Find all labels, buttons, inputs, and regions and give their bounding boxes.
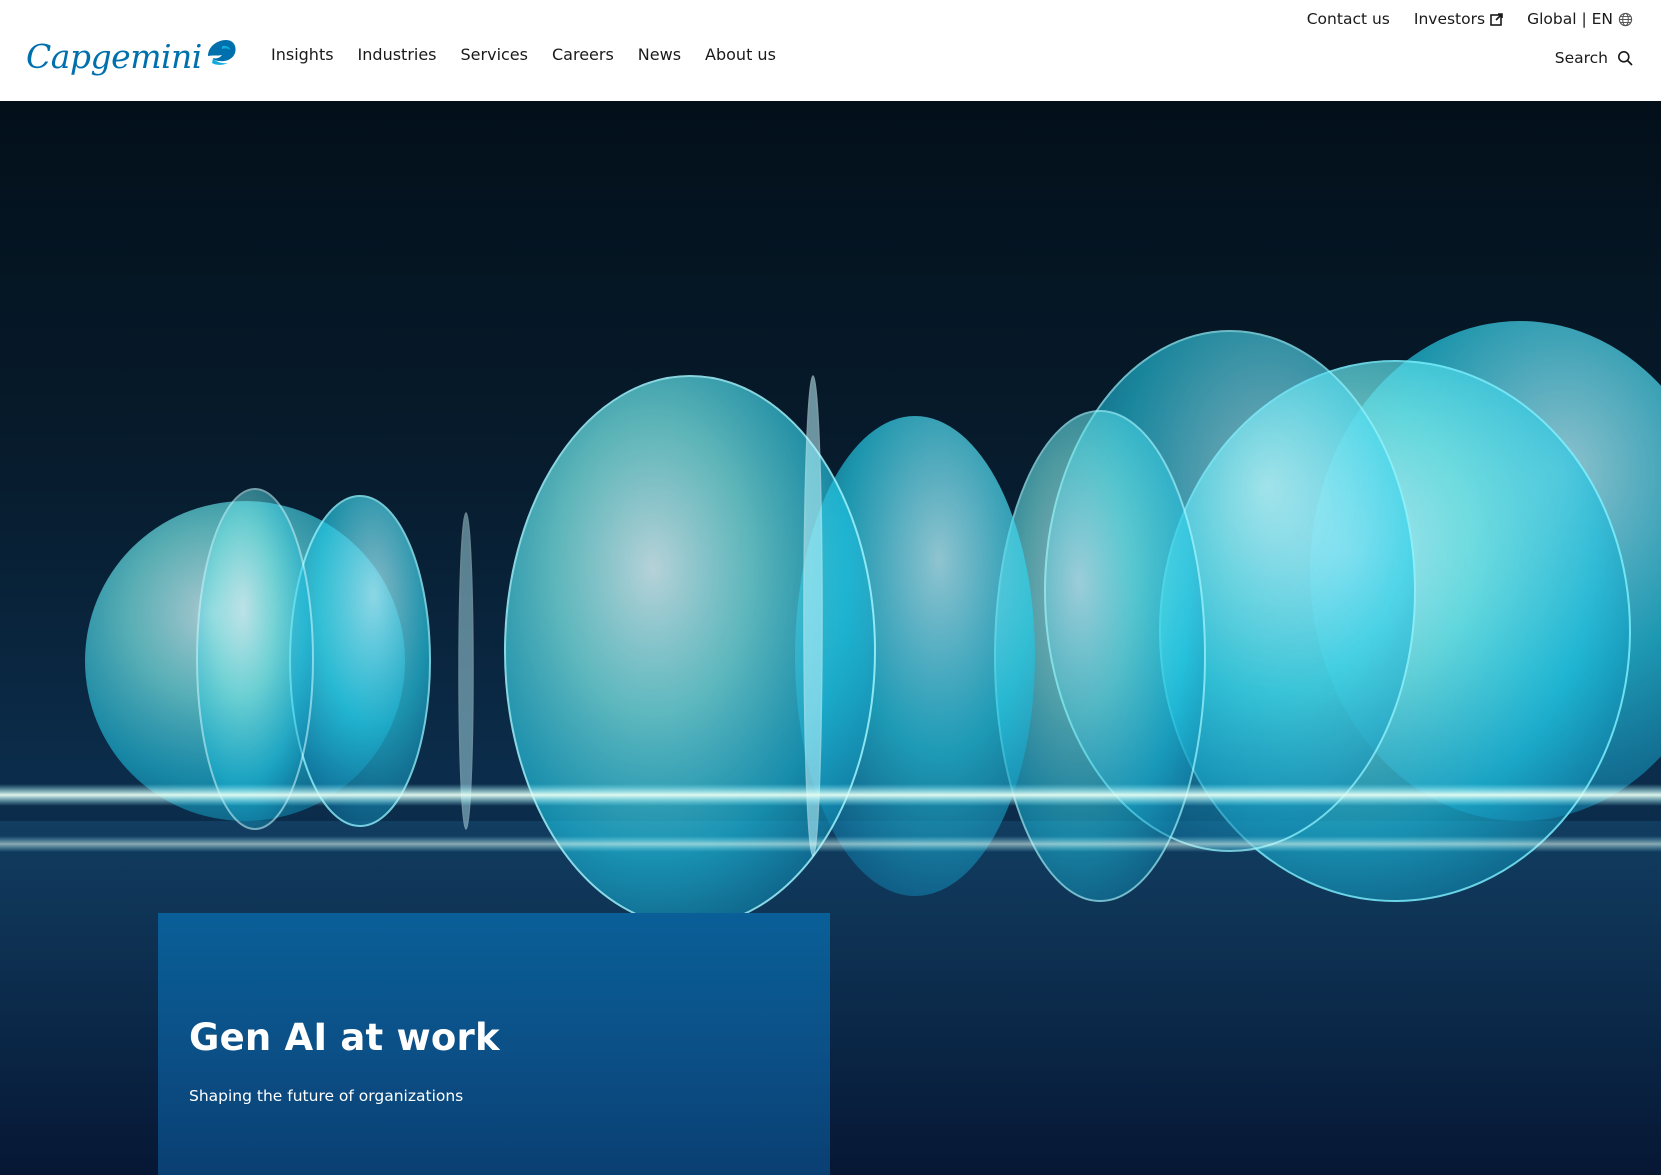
nav-industries[interactable]: Industries [358, 44, 437, 66]
hero-title: Gen AI at work [189, 1016, 500, 1059]
investors-link[interactable]: Investors [1414, 8, 1503, 30]
hero-banner: Gen AI at work Shaping the future of org… [0, 101, 1661, 1175]
nav-services[interactable]: Services [461, 44, 528, 66]
external-link-icon [1490, 12, 1503, 26]
capgemini-logo[interactable]: Capgemini [26, 32, 238, 80]
utility-navigation: Contact us Investors Global | EN [1307, 8, 1633, 30]
spade-icon [207, 40, 236, 65]
region-language-selector[interactable]: Global | EN [1527, 8, 1633, 30]
logo-wordmark: Capgemini [26, 36, 202, 76]
nav-insights[interactable]: Insights [271, 44, 334, 66]
nav-careers[interactable]: Careers [552, 44, 614, 66]
investors-label: Investors [1413, 10, 1486, 28]
search-label: Search [1554, 49, 1608, 67]
nav-about-us[interactable]: About us [705, 44, 776, 66]
hero-content-card[interactable]: Gen AI at work Shaping the future of org… [158, 913, 830, 1175]
contact-us-label: Contact us [1306, 10, 1390, 28]
globe-icon [1618, 12, 1633, 26]
main-navigation: Insights Industries Services Careers New… [271, 44, 800, 66]
region-label: Global | EN [1527, 10, 1613, 28]
site-header: Capgemini Insights Industries Services C… [0, 0, 1661, 101]
hero-subtitle: Shaping the future of organizations [189, 1087, 464, 1105]
contact-us-link[interactable]: Contact us [1307, 8, 1390, 30]
search-button[interactable]: Search [1555, 47, 1633, 69]
search-icon [1618, 51, 1633, 66]
nav-news[interactable]: News [638, 44, 681, 66]
